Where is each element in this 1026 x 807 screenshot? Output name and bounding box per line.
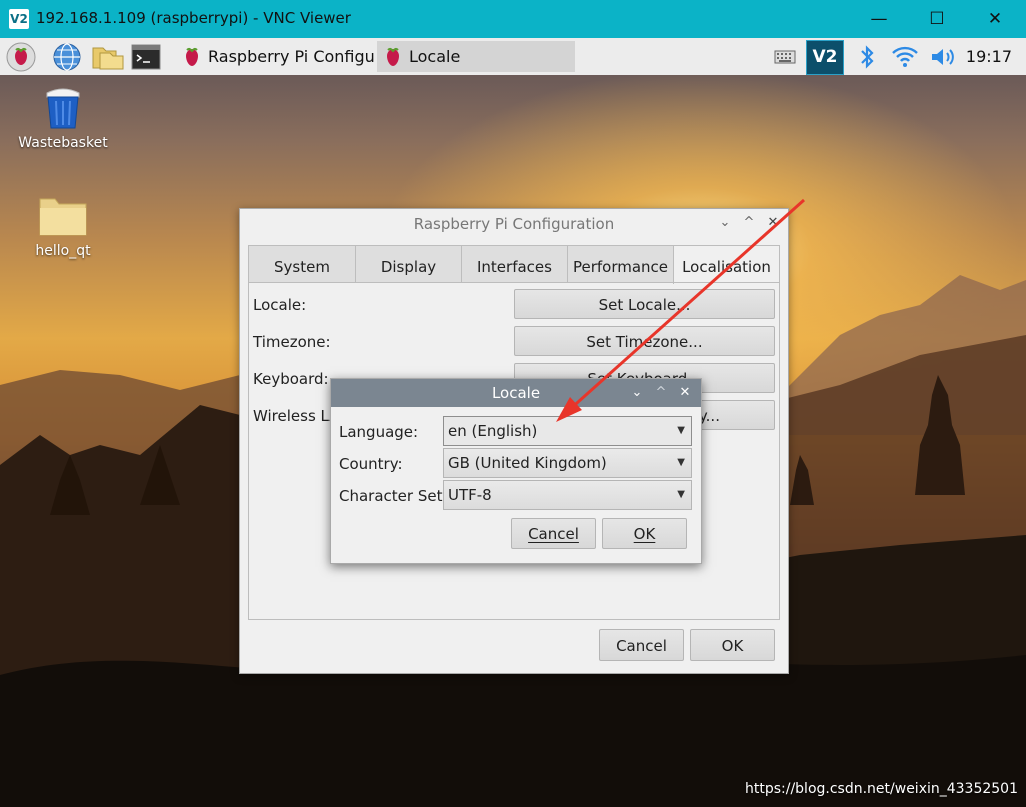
set-locale-button[interactable]: Set Locale... <box>514 289 775 319</box>
config-ok-button[interactable]: OK <box>690 629 775 661</box>
dropdown-icon[interactable]: ⌄ <box>628 384 646 402</box>
raspberry-icon <box>387 47 399 66</box>
country-select[interactable]: GB (United Kingdom) ▼ <box>443 448 692 478</box>
tab-interfaces[interactable]: Interfaces <box>461 245 568 283</box>
trash-icon <box>46 88 80 129</box>
desktop-icon-label: hello_qt <box>35 243 91 259</box>
character-set-select[interactable]: UTF-8 ▼ <box>443 480 692 510</box>
dropdown-icon[interactable]: ⌄ <box>716 214 734 232</box>
keyboard-icon[interactable] <box>772 42 798 72</box>
tab-performance[interactable]: Performance <box>567 245 674 283</box>
maximize-button[interactable]: ☐ <box>908 0 966 38</box>
keyboard-label: Keyboard: <box>253 370 329 388</box>
task-raspberry-pi-configuration[interactable]: Raspberry Pi Configu... <box>176 41 374 72</box>
chevron-down-icon: ▼ <box>677 489 685 500</box>
language-label: Language: <box>339 423 419 441</box>
volume-icon[interactable] <box>928 42 958 72</box>
chevron-down-icon: ▼ <box>677 425 685 436</box>
desktop-icon-wastebasket[interactable]: Wastebasket <box>13 81 113 151</box>
country-label: Country: <box>339 455 403 473</box>
file-manager-icon[interactable] <box>91 42 125 72</box>
maximize-icon[interactable]: ^ <box>740 214 758 232</box>
maximize-icon[interactable]: ^ <box>652 384 670 402</box>
locale-ok-button[interactable]: OK <box>602 518 687 549</box>
window-title: 192.168.1.109 (raspberrypi) - VNC Viewer <box>36 9 351 27</box>
language-select[interactable]: en (English) ▼ <box>443 416 692 446</box>
country-value: GB (United Kingdom) <box>448 454 607 472</box>
watermark-url: https://blog.csdn.net/weixin_43352501 <box>744 781 1018 797</box>
vnc-server-icon[interactable]: V2 <box>806 40 844 75</box>
locale-dialog: Locale ⌄ ^ ✕ Language: en (English) ▼ Co… <box>330 378 702 564</box>
tab-display[interactable]: Display <box>355 245 462 283</box>
close-icon[interactable]: ✕ <box>676 384 694 402</box>
timezone-label: Timezone: <box>253 333 331 351</box>
raspberry-menu-icon[interactable] <box>6 42 36 72</box>
character-set-label: Character Set: <box>339 487 448 505</box>
vnc-logo-icon: V2 <box>9 9 29 29</box>
folder-icon <box>39 198 87 236</box>
locale-cancel-button[interactable]: Cancel <box>511 518 596 549</box>
vnc-titlebar[interactable]: V2 192.168.1.109 (raspberrypi) - VNC Vie… <box>0 0 1026 38</box>
tab-localisation[interactable]: Localisation <box>673 245 780 284</box>
language-value: en (English) <box>448 422 538 440</box>
task-label: Locale <box>409 47 461 66</box>
config-cancel-button[interactable]: Cancel <box>599 629 684 661</box>
clock[interactable]: 19:17 <box>966 47 1012 66</box>
close-icon[interactable]: ✕ <box>764 214 782 232</box>
minimize-button[interactable]: — <box>850 0 908 38</box>
taskbar: Raspberry Pi Configu... Locale V2 19:17 <box>0 38 1026 76</box>
wifi-icon[interactable] <box>890 42 920 72</box>
chevron-down-icon: ▼ <box>677 457 685 468</box>
dialog-title: Raspberry Pi Configuration <box>413 215 615 233</box>
task-label: Raspberry Pi Configu... <box>208 47 374 66</box>
desktop-icon-hello-qt[interactable]: hello_qt <box>13 193 113 259</box>
bluetooth-icon[interactable] <box>854 42 880 72</box>
tab-system[interactable]: System <box>248 245 356 283</box>
task-locale[interactable]: Locale <box>377 41 575 72</box>
character-set-value: UTF-8 <box>448 486 492 504</box>
raspberry-icon <box>186 47 198 66</box>
terminal-icon[interactable] <box>131 42 161 72</box>
close-button[interactable]: ✕ <box>966 0 1024 38</box>
locale-label: Locale: <box>253 296 307 314</box>
desktop-icon-label: Wastebasket <box>18 135 108 151</box>
set-timezone-button[interactable]: Set Timezone... <box>514 326 775 356</box>
web-browser-icon[interactable] <box>52 42 82 72</box>
